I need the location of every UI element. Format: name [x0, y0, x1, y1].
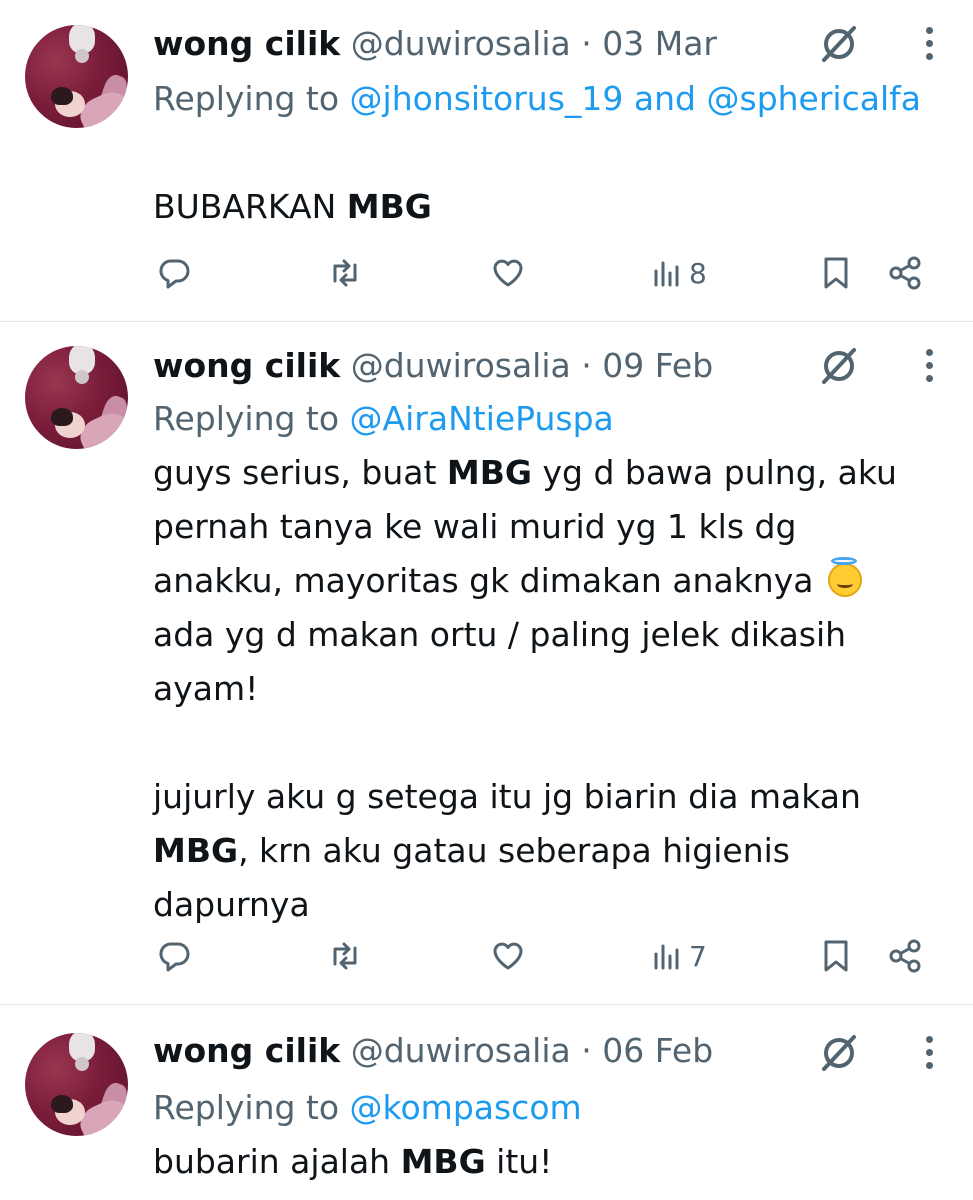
separator: ·	[581, 24, 592, 63]
bookmark-icon	[824, 257, 848, 289]
views-button[interactable]: 8	[651, 253, 707, 293]
views-icon	[654, 944, 679, 970]
replying-label: Replying to	[153, 79, 340, 118]
reply-icon	[159, 259, 190, 289]
like-button[interactable]	[490, 253, 526, 293]
mention-and[interactable]: and	[634, 79, 696, 118]
replying-label: Replying to	[153, 1088, 340, 1127]
display-name[interactable]: wong cilik	[153, 24, 340, 63]
replying-label: Replying to	[153, 399, 340, 438]
retweet-icon	[333, 259, 357, 287]
share-icon	[889, 256, 921, 290]
retweet-icon	[333, 942, 357, 970]
more-options-icon[interactable]	[923, 346, 935, 390]
like-button[interactable]	[490, 936, 526, 976]
tweet-date[interactable]: 06 Feb	[602, 1031, 713, 1070]
user-handle[interactable]: @duwirosalia	[351, 1031, 571, 1070]
grok-icon[interactable]	[817, 344, 861, 388]
separator: ·	[581, 1031, 592, 1070]
user-handle[interactable]: @duwirosalia	[351, 24, 571, 63]
tweet-text: bubarin ajalah MBG itu!	[153, 1135, 933, 1189]
retweet-button[interactable]	[327, 253, 363, 293]
tweet-date[interactable]: 03 Mar	[602, 24, 717, 63]
heart-icon	[493, 259, 523, 287]
retweet-button[interactable]	[327, 936, 363, 976]
replying-to: Replying to @jhonsitorus_19 and @spheric…	[153, 72, 933, 126]
tweet-text-part: jujurly aku g setega itu jg biarin dia m…	[153, 777, 861, 816]
highlight-keyword: MBG	[153, 831, 239, 870]
replying-to: Replying to @kompascom	[153, 1081, 933, 1135]
heart-icon	[493, 942, 523, 970]
tweet[interactable]: wong cilik @duwirosalia · 03 Mar Replyin…	[0, 0, 973, 322]
bookmark-button[interactable]	[818, 936, 854, 976]
smiling-face-with-halo-icon	[827, 557, 862, 597]
replying-to: Replying to @AiraNtiePuspa	[153, 392, 933, 446]
tweet-text: guys serius, buat MBG yg d bawa pulng, a…	[153, 446, 933, 932]
views-count: 8	[689, 256, 707, 290]
tweet-text: BUBARKAN MBG	[153, 180, 933, 234]
views-icon	[654, 261, 679, 287]
bookmark-icon	[824, 940, 848, 972]
mention-link[interactable]: @kompascom	[350, 1088, 582, 1127]
tweet-text-part: bubarin ajalah	[153, 1142, 401, 1181]
tweet-text-part: itu!	[485, 1142, 553, 1181]
reply-icon	[159, 942, 190, 972]
action-bar: 8	[0, 253, 973, 293]
tweet-text-part: guys serius, buat	[153, 453, 447, 492]
mention-link[interactable]: @sphericalfa	[707, 79, 921, 118]
tweet-text-part: BUBARKAN	[153, 187, 347, 226]
highlight-keyword: MBG	[346, 187, 432, 226]
views-count: 7	[689, 939, 707, 973]
bookmark-button[interactable]	[818, 253, 854, 293]
display-name[interactable]: wong cilik	[153, 346, 340, 385]
display-name[interactable]: wong cilik	[153, 1031, 340, 1070]
tweet-text-part: ada yg d makan ortu / paling jelek dikas…	[153, 615, 847, 708]
tweet-header: wong cilik @duwirosalia · 06 Feb	[153, 1031, 713, 1071]
share-button[interactable]	[887, 253, 923, 293]
reply-button[interactable]	[156, 936, 192, 976]
more-options-icon[interactable]	[923, 1033, 935, 1077]
separator: ·	[581, 346, 592, 385]
tweet-text-part: , krn aku gatau seberapa higienis dapurn…	[153, 831, 790, 924]
tweet[interactable]: wong cilik @duwirosalia · 09 Feb Replyin…	[0, 322, 973, 1005]
avatar[interactable]	[25, 346, 128, 449]
user-handle[interactable]: @duwirosalia	[351, 346, 571, 385]
grok-icon[interactable]	[817, 1031, 861, 1075]
mention-link[interactable]: @jhonsitorus_19	[350, 79, 624, 118]
share-button[interactable]	[887, 936, 923, 976]
tweet-date[interactable]: 09 Feb	[602, 346, 713, 385]
tweet[interactable]: wong cilik @duwirosalia · 06 Feb Replyin…	[0, 1005, 973, 1200]
highlight-keyword: MBG	[400, 1142, 486, 1181]
share-icon	[889, 939, 921, 973]
action-bar: 7	[0, 936, 973, 976]
more-options-icon[interactable]	[923, 24, 935, 68]
avatar[interactable]	[25, 1033, 128, 1136]
tweet-header: wong cilik @duwirosalia · 03 Mar	[153, 24, 717, 64]
highlight-keyword: MBG	[446, 453, 532, 492]
mention-link[interactable]: @AiraNtiePuspa	[350, 399, 614, 438]
views-button[interactable]: 7	[651, 936, 707, 976]
tweet-header: wong cilik @duwirosalia · 09 Feb	[153, 346, 713, 386]
grok-icon[interactable]	[817, 22, 861, 66]
reply-button[interactable]	[156, 253, 192, 293]
avatar[interactable]	[25, 25, 128, 128]
